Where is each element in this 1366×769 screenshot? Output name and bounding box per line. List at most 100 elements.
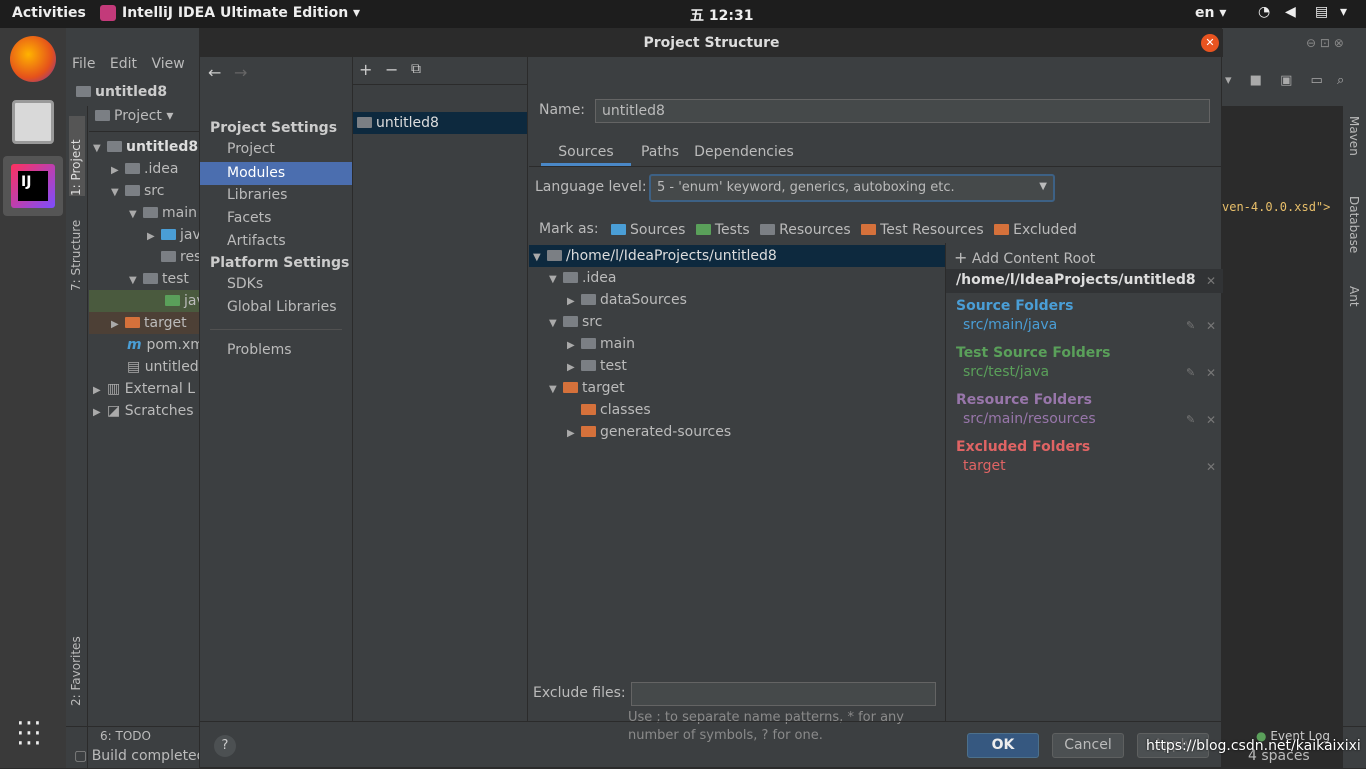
tab-paths[interactable]: Paths [631,140,689,166]
language-indicator[interactable]: en ▾ [1195,5,1226,21]
nav-item-facets[interactable]: Facets [227,210,271,226]
remove-folder-icon[interactable]: ✕ [1206,413,1216,427]
tree-item[interactable]: classes [581,399,651,421]
nav-item-global-libraries[interactable]: Global Libraries [227,299,337,315]
close-window-icon[interactable]: ⊗ [1334,36,1344,50]
add-content-root-button[interactable]: + Add Content Root [954,248,1095,267]
tool-tab-maven[interactable]: Maven [1347,116,1361,156]
tree-item[interactable]: ▼ src [549,311,602,333]
nav-item-project[interactable]: Project [227,141,275,157]
edit-icon[interactable]: ✎ [1186,366,1195,379]
add-module-icon[interactable]: + [359,60,372,79]
remove-module-icon[interactable]: − [385,60,398,79]
tests-folder-icon [695,224,711,235]
exclude-files-input[interactable] [631,682,936,706]
tree-item[interactable]: ▼ test [129,268,189,290]
minimize-icon[interactable]: ⊖ [1306,36,1316,50]
remove-content-root-icon[interactable]: ✕ [1206,274,1216,288]
dialog-footer: ? OK Cancel Apply [200,721,1223,769]
tool-tab-favorites[interactable]: 2: Favorites [69,626,85,706]
project-view-selector[interactable]: Project ▾ [89,108,199,132]
tree-root[interactable]: ▼/home/l/IdeaProjects/untitled8 [529,245,945,267]
project-structure-icon[interactable]: ▣ [1280,73,1292,88]
nav-item-problems[interactable]: Problems [227,342,292,358]
app-menu[interactable]: IntelliJ IDEA Ultimate Edition ▾ [122,5,360,21]
tool-tab-structure[interactable]: 7: Structure [69,211,85,291]
remove-folder-icon[interactable]: ✕ [1206,366,1216,380]
tab-sources[interactable]: Sources [541,140,631,166]
nav-item-artifacts[interactable]: Artifacts [227,233,286,249]
maximize-icon[interactable]: ⊡ [1320,36,1330,50]
tree-item[interactable]: ▶ test [567,355,627,377]
tool-tab-project[interactable]: 1: Project [69,116,85,196]
menu-file[interactable]: File [72,56,95,72]
tab-dependencies[interactable]: Dependencies [689,140,799,166]
left-tool-strip: 1: Project 7: Structure 2: Favorites [66,106,88,768]
activities-button[interactable]: Activities [12,5,86,21]
tool-tab-todo[interactable]: 6: TODO [100,729,151,743]
nav-item-sdks[interactable]: SDKs [227,276,263,292]
toolbar-right: ▾ ■ ▣ ▭ ⌕ [1225,73,1366,95]
mark-sources-button[interactable]: Sources [611,222,685,238]
intellij-dock-item[interactable]: IJ [3,156,63,216]
tree-item[interactable]: ▶ jav [147,224,199,246]
show-apps-icon[interactable]: ⋯ ⋯ ⋯ [16,710,44,756]
tree-item[interactable]: ▶ ◪ Scratches [93,400,194,422]
stop-icon[interactable]: ■ [1250,73,1262,88]
terminal-icon[interactable]: ▭ [1311,73,1323,88]
clock[interactable]: 五 12:31 [690,5,753,25]
edit-icon[interactable]: ✎ [1186,413,1195,426]
test-source-folder-entry: src/test/java [963,364,1050,380]
cancel-button[interactable]: Cancel [1052,733,1124,758]
tree-item[interactable]: ▶ target [89,312,199,334]
search-icon[interactable]: ⌕ [1337,73,1344,88]
mark-resources-button[interactable]: Resources [760,222,851,238]
tree-item[interactable]: ▼ main [129,202,197,224]
tree-item[interactable]: ▶ generated-sources [567,421,731,443]
run-config-dropdown-icon[interactable]: ▾ [1225,73,1232,88]
tree-item[interactable]: ▶ .idea [111,158,178,180]
remove-folder-icon[interactable]: ✕ [1206,319,1216,333]
nav-item-libraries[interactable]: Libraries [227,187,287,203]
ok-button[interactable]: OK [967,733,1039,758]
tree-item[interactable]: ▶ ▥ External L [93,378,195,400]
mark-excluded-button[interactable]: Excluded [994,222,1077,238]
language-level-dropdown[interactable]: 5 - 'enum' keyword, generics, autoboxing… [649,174,1055,202]
copy-module-icon[interactable]: ⧉ [411,61,421,77]
module-name-input[interactable] [595,99,1210,123]
nav-item-modules[interactable]: Modules [200,162,352,185]
navbar-project[interactable]: untitled8 [76,84,167,100]
help-button[interactable]: ? [214,735,236,757]
files-icon[interactable] [12,100,54,144]
tree-item[interactable]: ▶ main [567,333,635,355]
right-tool-strip: Maven Database Ant [1342,106,1366,768]
remove-folder-icon[interactable]: ✕ [1206,460,1216,474]
tree-item[interactable]: ▼ .idea [549,267,616,289]
tool-tab-ant[interactable]: Ant [1347,286,1361,307]
edit-icon[interactable]: ✎ [1186,319,1195,332]
tree-item[interactable]: ▶ dataSources [567,289,687,311]
mark-tests-button[interactable]: Tests [695,222,750,238]
volume-icon[interactable]: ◀ [1285,4,1296,20]
tree-item[interactable]: m pom.xm [127,334,199,356]
back-icon[interactable]: ← [208,63,221,82]
tree-item[interactable]: jav [89,290,199,312]
resources-folder-icon [760,224,776,235]
tree-item[interactable]: ▼ untitled8 [93,136,198,158]
wifi-icon[interactable]: ◔ [1258,4,1270,20]
tree-item[interactable]: ▼ src [111,180,164,202]
module-item[interactable]: untitled8 [353,112,527,134]
tree-item[interactable]: ▼ target [549,377,625,399]
mark-test-resources-button[interactable]: Test Resources [861,222,984,238]
firefox-icon[interactable] [10,36,56,82]
name-label: Name: [539,102,586,118]
dialog-close-icon[interactable]: ✕ [1201,34,1219,52]
tool-tab-database[interactable]: Database [1347,196,1361,253]
tree-item[interactable]: ▤ untitled [127,356,199,378]
battery-icon[interactable]: ▤ [1315,4,1328,20]
forward-icon[interactable]: → [234,63,247,82]
menu-view[interactable]: View [151,56,184,72]
tree-item[interactable]: res [161,246,199,268]
menu-edit[interactable]: Edit [110,56,137,72]
system-menu-icon[interactable]: ▾ [1340,4,1347,20]
